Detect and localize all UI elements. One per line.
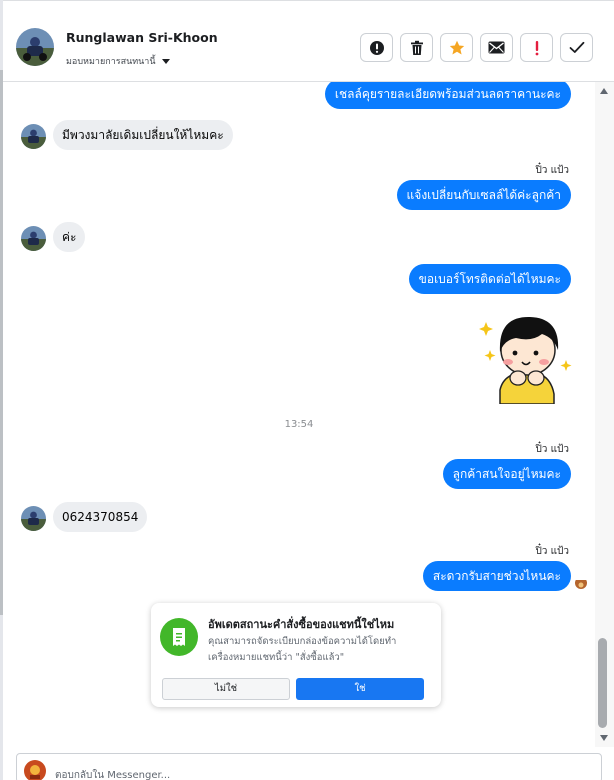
contact-mini-avatar bbox=[21, 124, 46, 149]
scroll-thumb[interactable] bbox=[598, 638, 607, 728]
star-button[interactable] bbox=[440, 33, 473, 62]
envelope-icon bbox=[488, 41, 505, 54]
message-incoming[interactable]: 0624370854 bbox=[53, 502, 148, 532]
yes-button[interactable]: ใช่ bbox=[296, 678, 424, 700]
contact-avatar[interactable] bbox=[16, 28, 54, 66]
contact-mini-avatar bbox=[21, 506, 46, 531]
assign-label: มอบหมายการสนทนานี้ bbox=[66, 57, 156, 67]
sender-name: ปิ๋ว แป้ว bbox=[535, 546, 569, 557]
mark-unread-button[interactable] bbox=[480, 33, 513, 62]
message-outgoing[interactable]: ลูกค้าสนใจอยู่ไหมคะ bbox=[442, 459, 571, 489]
message-outgoing[interactable]: สะดวกรับสายช่วงไหนคะ bbox=[422, 561, 571, 591]
mark-spam-button[interactable] bbox=[360, 33, 393, 62]
reply-input[interactable]: ตอบกลับใน Messenger... bbox=[55, 768, 170, 780]
exclamation-icon bbox=[535, 40, 538, 55]
prompt-title: อัพเดตสถานะคำสั่งซื้อของแชทนี้ใช่ไหม bbox=[208, 618, 395, 631]
no-button[interactable]: ไม่ใช่ bbox=[162, 678, 290, 700]
star-icon bbox=[449, 40, 464, 54]
alert-circle-icon bbox=[369, 40, 384, 55]
conversation-header: Runglawan Sri-Khoon มอบหมายการสนทนานี้ bbox=[3, 0, 614, 82]
caret-down-icon bbox=[161, 58, 170, 64]
sender-name: ปิ๋ว แป้ว bbox=[535, 165, 569, 176]
delete-button[interactable] bbox=[400, 33, 433, 62]
assign-conversation-dropdown[interactable]: มอบหมายการสนทนานี้ bbox=[66, 54, 170, 68]
thread-scrollbar[interactable] bbox=[595, 82, 614, 747]
conversation-actions bbox=[360, 33, 593, 62]
message-outgoing[interactable]: แจ้งเปลี่ยนกับเซลล์ได้ค่ะลูกค้า bbox=[396, 180, 571, 210]
prompt-body: คุณสามารถจัดระเบียบกล่องข้อความได้โดยทำเ… bbox=[208, 636, 397, 663]
scroll-up-arrow-icon[interactable] bbox=[600, 88, 608, 94]
follow-up-button[interactable] bbox=[520, 33, 553, 62]
checkmark-icon bbox=[569, 41, 584, 53]
reply-composer[interactable]: ตอบกลับใน Messenger... bbox=[16, 753, 602, 780]
message-incoming[interactable]: ค่ะ bbox=[53, 222, 86, 252]
message-timestamp: 13:54 bbox=[284, 419, 314, 430]
order-receipt-icon bbox=[160, 618, 198, 656]
sender-name: ปิ๋ว แป้ว bbox=[535, 444, 569, 455]
contact-mini-avatar bbox=[21, 226, 46, 251]
page-avatar bbox=[24, 760, 46, 780]
trash-icon bbox=[410, 40, 423, 55]
order-status-prompt: อัพเดตสถานะคำสั่งซื้อของแชทนี้ใช่ไหม คุณ… bbox=[151, 603, 441, 707]
message-outgoing[interactable]: เชลล์คุยรายละเอียดพร้อมส่วนลดราคานะคะ bbox=[324, 82, 571, 109]
contact-name[interactable]: Runglawan Sri-Khoon bbox=[66, 30, 218, 45]
message-outgoing[interactable]: ขอเบอร์โทรติดต่อได้ไหมคะ bbox=[408, 264, 571, 294]
message-incoming[interactable]: มีพวงมาลัยเดิมเปลี่ยนให้ไหมคะ bbox=[53, 120, 233, 150]
mark-done-button[interactable] bbox=[560, 33, 593, 62]
girl-sparkle-sticker[interactable] bbox=[478, 308, 574, 405]
scroll-down-arrow-icon[interactable] bbox=[600, 735, 608, 741]
seen-avatar bbox=[575, 577, 587, 589]
